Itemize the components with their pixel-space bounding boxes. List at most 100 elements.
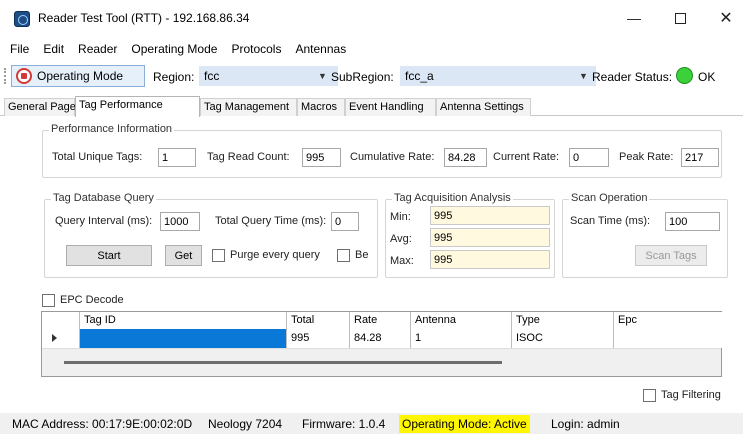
tag-table: Tag ID Total Rate Antenna Type Epc 995 8… <box>41 311 722 377</box>
reader-status-value: OK <box>698 70 716 84</box>
tab-macros[interactable]: Macros <box>297 98 345 116</box>
login-status: Login: admin <box>551 417 620 431</box>
be-checkbox[interactable] <box>337 249 350 262</box>
region-value: fcc <box>204 69 220 83</box>
tab-tag-performance[interactable]: Tag Performance <box>75 96 200 117</box>
query-interval-label: Query Interval (ms): <box>55 215 153 227</box>
operating-mode-label: Operating Mode <box>37 69 124 83</box>
menu-reader[interactable]: Reader <box>71 40 124 60</box>
row-pointer-icon <box>52 334 57 342</box>
maximize-button[interactable] <box>660 4 700 32</box>
acq-max-field[interactable]: 995 <box>430 250 550 269</box>
start-button[interactable]: Start <box>66 245 152 266</box>
window-title: Reader Test Tool (RTT) - 192.168.86.34 <box>38 11 250 25</box>
minimize-button[interactable]: — <box>614 4 654 32</box>
chevron-down-icon: ▼ <box>579 71 588 81</box>
title-bar: Reader Test Tool (RTT) - 192.168.86.34 —… <box>0 0 743 36</box>
menu-protocols[interactable]: Protocols <box>224 40 288 60</box>
cell-total[interactable]: 995 <box>287 329 350 348</box>
cell-epc[interactable] <box>614 329 722 348</box>
tag-read-count-field[interactable]: 995 <box>302 148 341 167</box>
cell-tag-id[interactable] <box>80 329 287 348</box>
column-header-rate[interactable]: Rate <box>350 312 411 329</box>
horizontal-scrollbar[interactable] <box>42 348 721 376</box>
tab-general-page[interactable]: General Page <box>4 98 76 116</box>
toolbar: Operating Mode Region: fcc ▼ SubRegion: … <box>0 62 743 90</box>
acq-min-label: Min: <box>390 211 411 223</box>
firmware-status: Firmware: 1.0.4 <box>302 417 386 431</box>
subregion-dropdown[interactable]: fcc_a <box>400 66 596 86</box>
purge-every-query-label: Purge every query <box>230 249 320 261</box>
peak-rate-label: Peak Rate: <box>619 151 674 163</box>
reader-status-label: Reader Status: <box>592 70 673 84</box>
column-header-antenna[interactable]: Antenna <box>411 312 512 329</box>
menu-bar: File Edit Reader Operating Mode Protocol… <box>0 40 743 60</box>
purge-every-query-checkbox[interactable] <box>212 249 225 262</box>
total-unique-tags-label: Total Unique Tags: <box>52 151 143 163</box>
cumulative-rate-field[interactable]: 84.28 <box>444 148 487 167</box>
query-interval-field[interactable]: 1000 <box>160 212 200 231</box>
chevron-down-icon: ▼ <box>318 71 327 81</box>
app-icon <box>14 11 30 27</box>
scan-time-label: Scan Time (ms): <box>570 215 651 227</box>
row-selector[interactable] <box>42 329 80 348</box>
tab-event-handling[interactable]: Event Handling <box>345 98 436 116</box>
tag-filtering-label: Tag Filtering <box>661 389 721 401</box>
column-header-total[interactable]: Total <box>287 312 350 329</box>
toolbar-grip[interactable] <box>4 68 6 84</box>
table-row-header-corner <box>42 312 80 329</box>
tag-database-query-group: Tag Database Query <box>44 192 378 278</box>
reader-status-indicator-icon <box>676 67 693 84</box>
subregion-value: fcc_a <box>405 69 434 83</box>
operating-mode-status: Operating Mode: Active <box>399 415 530 433</box>
tab-antenna-settings[interactable]: Antenna Settings <box>436 98 531 116</box>
be-label: Be <box>355 249 369 261</box>
epc-decode-label: EPC Decode <box>60 294 124 306</box>
tab-strip: General Page Tag Performance Tag Managem… <box>0 96 743 117</box>
scan-operation-group: Scan Operation <box>562 192 728 278</box>
menu-antennas[interactable]: Antennas <box>288 40 353 60</box>
menu-file[interactable]: File <box>0 40 36 60</box>
tab-tag-management[interactable]: Tag Management <box>200 98 297 116</box>
column-header-epc[interactable]: Epc <box>614 312 722 329</box>
tag-read-count-label: Tag Read Count: <box>207 151 290 163</box>
acq-min-field[interactable]: 995 <box>430 206 550 225</box>
region-label: Region: <box>153 70 195 84</box>
mac-address-status: MAC Address: 00:17:9E:00:02:0D <box>12 417 193 431</box>
cell-rate[interactable]: 84.28 <box>350 329 411 348</box>
acq-max-label: Max: <box>390 255 414 267</box>
operating-mode-button[interactable]: Operating Mode <box>11 65 145 87</box>
maximize-icon <box>674 12 686 24</box>
close-button[interactable]: ✕ <box>706 4 743 32</box>
current-rate-label: Current Rate: <box>493 151 560 163</box>
table-row[interactable]: 995 84.28 1 ISOC <box>42 329 722 348</box>
get-button[interactable]: Get <box>165 245 202 266</box>
current-rate-field[interactable]: 0 <box>569 148 609 167</box>
stop-icon <box>16 68 32 84</box>
total-query-time-field[interactable]: 0 <box>331 212 359 231</box>
acq-avg-label: Avg: <box>390 233 412 245</box>
column-header-type[interactable]: Type <box>512 312 614 329</box>
cell-type[interactable]: ISOC <box>512 329 614 348</box>
epc-decode-checkbox[interactable] <box>42 294 55 307</box>
acq-avg-field[interactable]: 995 <box>430 228 550 247</box>
tag-database-query-title: Tag Database Query <box>51 192 156 204</box>
subregion-label: SubRegion: <box>331 70 394 84</box>
scan-time-field[interactable]: 100 <box>665 212 720 231</box>
column-header-tag-id[interactable]: Tag ID <box>80 312 287 329</box>
table-header: Tag ID Total Rate Antenna Type Epc <box>42 312 722 329</box>
tag-filtering-checkbox[interactable] <box>643 389 656 402</box>
tag-acquisition-analysis-title: Tag Acquisition Analysis <box>392 192 513 204</box>
status-bar: MAC Address: 00:17:9E:00:02:0D Neology 7… <box>0 413 743 434</box>
performance-group-title: Performance Information <box>49 123 175 135</box>
cell-antenna[interactable]: 1 <box>411 329 512 348</box>
scan-tags-button[interactable]: Scan Tags <box>635 245 707 266</box>
model-status: Neology 7204 <box>208 417 283 431</box>
scan-operation-title: Scan Operation <box>569 192 650 204</box>
scrollbar-thumb[interactable] <box>64 361 502 364</box>
menu-operating-mode[interactable]: Operating Mode <box>124 40 224 60</box>
total-unique-tags-field[interactable]: 1 <box>158 148 196 167</box>
peak-rate-field[interactable]: 217 <box>681 148 719 167</box>
menu-edit[interactable]: Edit <box>36 40 71 60</box>
total-query-time-label: Total Query Time (ms): <box>215 215 327 227</box>
